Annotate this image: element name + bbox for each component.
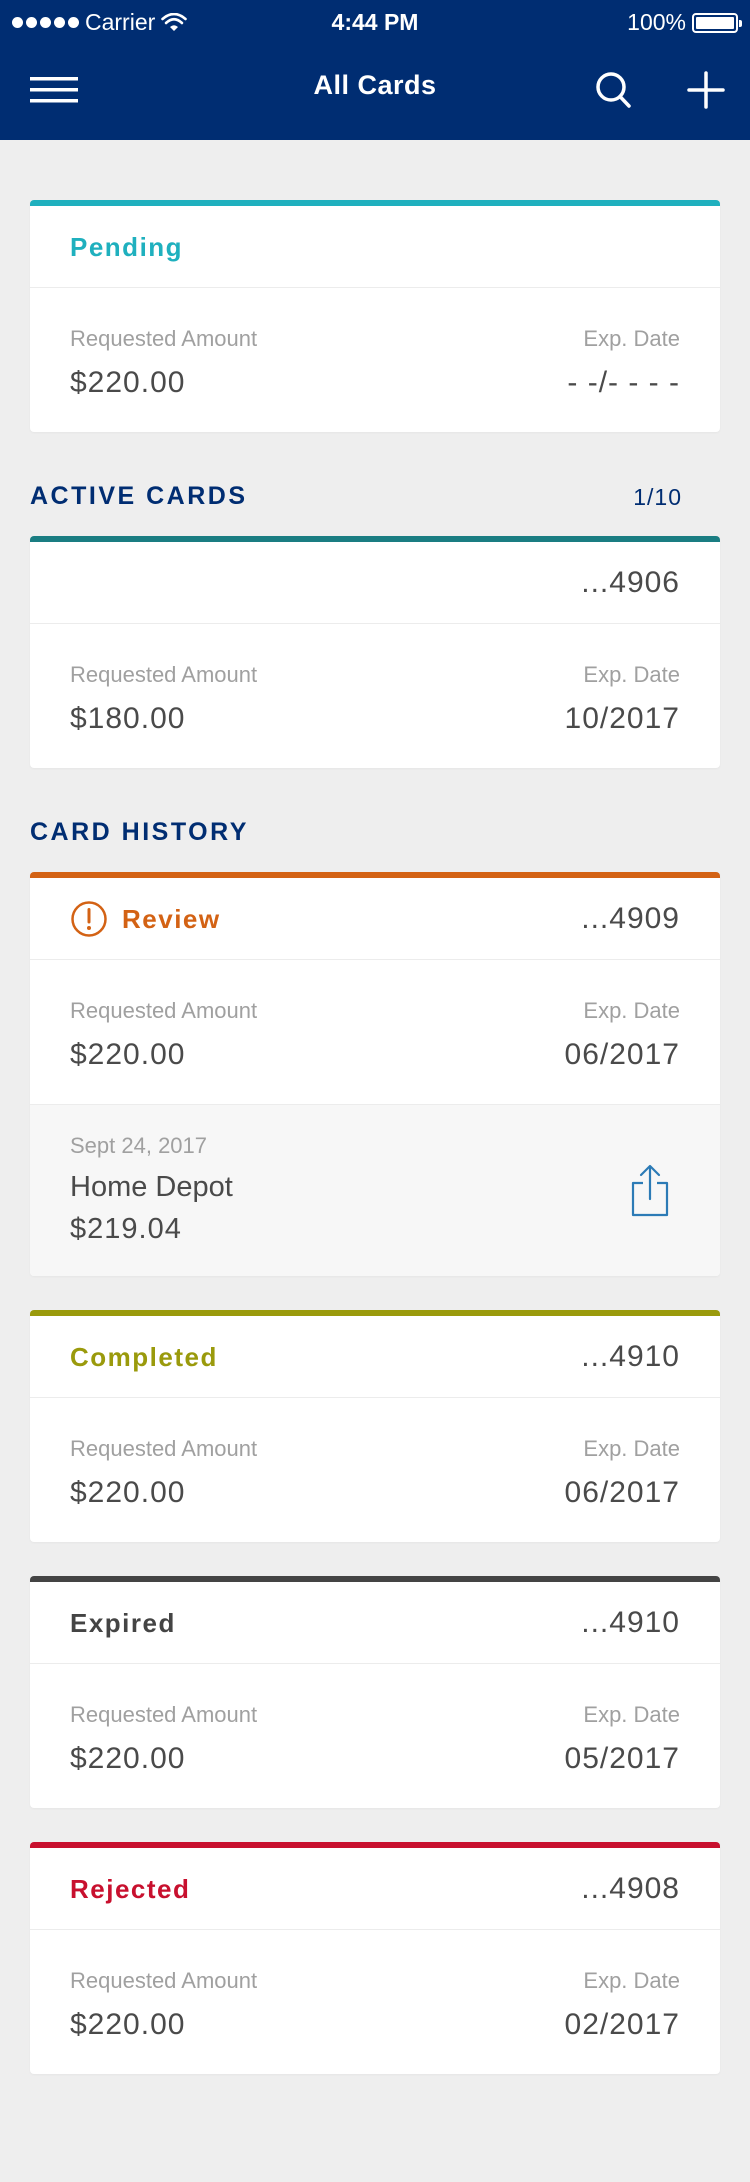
requested-amount-label: Requested Amount [70, 1436, 258, 1461]
exp-date-label: Exp. Date [583, 1436, 680, 1461]
pending-card[interactable]: Pending Requested Amount Exp. Date $220.… [30, 200, 720, 432]
exp-date-label: Exp. Date [583, 662, 680, 687]
battery-icon [692, 12, 742, 33]
card-status-group: Review [70, 878, 221, 960]
active-cards-heading: ACTIVE CARDS [30, 482, 248, 510]
exp-date-value: - -/- - - - [567, 366, 680, 399]
requested-amount-label: Requested Amount [70, 1968, 258, 1993]
history-card-completed[interactable]: Completed ...4910 Requested Amount Exp. … [30, 1310, 720, 1542]
card-status: Rejected [70, 1873, 191, 1904]
add-card-button[interactable] [680, 68, 732, 112]
exp-date-label: Exp. Date [583, 1968, 680, 1993]
card-status: Expired [70, 1607, 176, 1638]
transaction-amount: $219.04 [70, 1213, 182, 1245]
exp-date-value: 06/2017 [564, 1476, 680, 1509]
exp-date-label: Exp. Date [583, 1702, 680, 1727]
requested-amount-label: Requested Amount [70, 326, 258, 351]
share-button[interactable] [628, 1163, 672, 1219]
search-button[interactable] [588, 68, 640, 112]
active-cards-count: 1/10 [633, 484, 682, 510]
card-status: Review [122, 903, 221, 934]
search-icon [596, 72, 631, 108]
exp-date-value: 06/2017 [564, 1038, 680, 1071]
requested-amount-value: $220.00 [70, 1476, 186, 1509]
exp-date-value: 10/2017 [564, 702, 680, 735]
status-bar: Carrier 4:44 PM 100% [0, 0, 750, 44]
card-status: Completed [70, 1341, 218, 1372]
card-number: ...4910 [581, 1340, 680, 1373]
history-card-rejected[interactable]: Rejected ...4908 Requested Amount Exp. D… [30, 1842, 720, 2074]
app-header: Carrier 4:44 PM 100% All Cards [0, 0, 750, 140]
card-number: ...4910 [581, 1606, 680, 1639]
card-number: ...4909 [581, 902, 680, 935]
requested-amount-label: Requested Amount [70, 998, 258, 1023]
exp-date-value: 02/2017 [564, 2008, 680, 2041]
requested-amount-value: $220.00 [70, 1742, 186, 1775]
transaction-date: Sept 24, 2017 [70, 1133, 208, 1158]
card-status: Pending [70, 231, 184, 262]
battery-percent: 100% [627, 9, 686, 35]
share-icon [631, 1164, 669, 1217]
requested-amount-value: $220.00 [70, 366, 186, 399]
plus-icon [687, 71, 725, 109]
card-history-heading: CARD HISTORY [30, 818, 249, 846]
exp-date-label: Exp. Date [583, 998, 680, 1023]
requested-amount-value: $180.00 [70, 702, 186, 735]
exp-date-value: 05/2017 [564, 1742, 680, 1775]
transaction-row[interactable]: Sept 24, 2017 Home Depot $219.04 [30, 1104, 720, 1276]
exp-date-label: Exp. Date [583, 326, 680, 351]
card-number: ...4908 [581, 1872, 680, 1905]
active-card[interactable]: ...4906 Requested Amount Exp. Date $180.… [30, 536, 720, 768]
alert-icon [71, 901, 107, 937]
history-card-review[interactable]: Review ...4909 Requested Amount Exp. Dat… [30, 872, 720, 1276]
card-number: ...4906 [581, 566, 680, 599]
requested-amount-label: Requested Amount [70, 662, 258, 687]
requested-amount-value: $220.00 [70, 2008, 186, 2041]
requested-amount-value: $220.00 [70, 1038, 186, 1071]
transaction-merchant: Home Depot [70, 1171, 233, 1203]
requested-amount-label: Requested Amount [70, 1702, 258, 1727]
history-card-expired[interactable]: Expired ...4910 Requested Amount Exp. Da… [30, 1576, 720, 1808]
